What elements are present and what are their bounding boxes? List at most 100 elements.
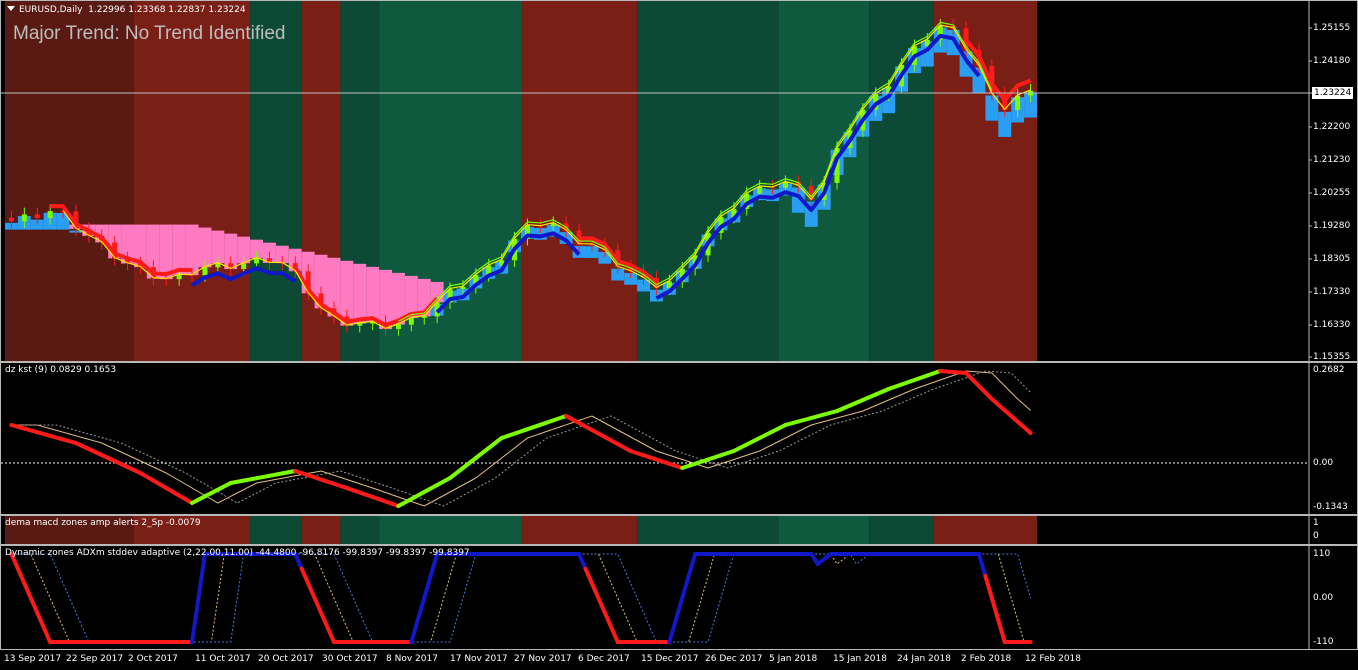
adx-line-segment bbox=[415, 596, 427, 622]
candle-body bbox=[47, 211, 53, 219]
kst-line-segment bbox=[835, 403, 852, 413]
adx-line-segment bbox=[28, 596, 40, 615]
adx-line-segment bbox=[602, 610, 614, 630]
adx-level-line bbox=[11, 553, 1032, 643]
trend-zone bbox=[5, 1, 134, 361]
price-label: 1.20255 bbox=[1313, 188, 1351, 198]
candle-body bbox=[460, 286, 466, 290]
kst-label: 0.2682 bbox=[1313, 365, 1345, 375]
date-label: 20 Oct 2017 bbox=[258, 654, 314, 664]
kst-line-segment bbox=[564, 414, 582, 425]
adx-line-segment bbox=[673, 596, 685, 622]
kst-line-segment bbox=[61, 437, 78, 445]
price-label: 1.18305 bbox=[1313, 254, 1351, 264]
kst-label: 0.00 bbox=[1313, 458, 1334, 468]
adx-line-segment bbox=[686, 552, 698, 578]
trend-zone bbox=[250, 1, 302, 361]
kst-line-segment bbox=[912, 373, 930, 382]
trend-zone bbox=[779, 516, 870, 544]
kst-line-segment bbox=[589, 428, 607, 439]
kst-line-segment bbox=[48, 433, 66, 442]
adx-line-segment bbox=[306, 581, 317, 600]
adx-line-segment bbox=[609, 625, 620, 644]
kst-line-segment bbox=[344, 486, 362, 495]
macd-zones-pane[interactable]: dema macd zones amp alerts 2_Sp -0.0079 … bbox=[0, 515, 1358, 545]
pink-cloud-bar bbox=[353, 263, 367, 324]
adx-line-segment bbox=[583, 566, 594, 586]
kst-line-segment bbox=[99, 453, 117, 463]
candle-body bbox=[241, 263, 247, 270]
adx-line-segment bbox=[22, 581, 33, 600]
price-label: 1.24180 bbox=[1313, 56, 1351, 66]
kst-line-segment bbox=[744, 436, 762, 447]
price-chart-pane[interactable]: EURUSD,Daily 1.22996 1.23368 1.22837 1.2… bbox=[0, 0, 1358, 362]
adx-line-segment bbox=[190, 596, 201, 644]
adx-label: 0.00 bbox=[1313, 593, 1334, 603]
kst-line-segment bbox=[112, 459, 130, 469]
date-label: 22 Sep 2017 bbox=[66, 654, 124, 664]
trend-zone bbox=[869, 516, 934, 544]
trend-zone bbox=[637, 1, 779, 361]
trend-zone bbox=[134, 1, 251, 361]
kst-line-segment bbox=[925, 369, 943, 378]
kst-line-segment bbox=[628, 449, 646, 458]
trend-zone bbox=[637, 516, 779, 544]
kst-line-segment bbox=[899, 378, 917, 387]
kst-line-segment bbox=[357, 490, 375, 499]
price-label: 1.21230 bbox=[1313, 155, 1351, 165]
macd-zones-indicator bbox=[5, 516, 1310, 544]
adx-line-segment bbox=[312, 596, 324, 615]
date-label: 6 Dec 2017 bbox=[578, 654, 630, 664]
price-label: 1.17330 bbox=[1313, 287, 1351, 297]
date-label: 11 Oct 2017 bbox=[195, 654, 251, 664]
price-label: 1.15355 bbox=[1313, 352, 1351, 362]
candle-body bbox=[395, 324, 401, 330]
adx-line-segment bbox=[422, 574, 433, 600]
kst-title: dz kst (9) 0.0829 0.1653 bbox=[5, 365, 117, 375]
adx-label: -110 bbox=[1313, 637, 1334, 647]
symbol-label: EURUSD,Daily bbox=[19, 5, 83, 15]
kst-pane[interactable]: dz kst (9) 0.0829 0.1653 0.2682 0.00 -0.… bbox=[0, 362, 1358, 515]
date-label: 8 Nov 2017 bbox=[386, 654, 438, 664]
candle-body bbox=[421, 316, 427, 318]
candle-body bbox=[8, 217, 14, 222]
adx-pane[interactable]: Dynamic zones ADXm stddev adaptive (2,22… bbox=[0, 545, 1358, 650]
price-label: 1.25155 bbox=[1313, 23, 1351, 33]
date-label: 13 Sep 2017 bbox=[4, 654, 62, 664]
adx-line-segment bbox=[299, 566, 311, 586]
kst-line-segment bbox=[860, 392, 878, 402]
kst-line-segment bbox=[293, 469, 311, 478]
adx-line-segment bbox=[41, 625, 53, 644]
kst-label: -0.1343 bbox=[1313, 502, 1348, 512]
adx-line-segment bbox=[596, 596, 607, 615]
adx-line-segment bbox=[989, 596, 1001, 622]
candle-body bbox=[782, 182, 788, 188]
adx-line-segment bbox=[976, 552, 988, 578]
adx-line-segment bbox=[409, 618, 420, 644]
kst-line-segment bbox=[822, 409, 840, 417]
pink-cloud-bar bbox=[172, 224, 186, 275]
trend-zone bbox=[521, 516, 638, 544]
kst-line-segment bbox=[718, 449, 736, 458]
kst-line-segment bbox=[473, 446, 491, 460]
kst-line-segment bbox=[35, 430, 53, 438]
adx-indicator bbox=[9, 546, 1310, 649]
adx-level-line bbox=[11, 553, 1031, 643]
kst-line-segment bbox=[435, 476, 453, 487]
adx-line-segment bbox=[983, 574, 994, 600]
trend-zone bbox=[340, 516, 380, 544]
price-label: 1.19280 bbox=[1313, 221, 1351, 231]
kst-line-segment bbox=[151, 478, 169, 490]
date-label: 26 Dec 2017 bbox=[705, 654, 763, 664]
macd-label: 1 bbox=[1313, 518, 1319, 528]
kst-line-segment bbox=[680, 461, 698, 470]
kst-indicator bbox=[1, 363, 1310, 514]
candle-body bbox=[202, 267, 208, 276]
date-label: 5 Jan 2018 bbox=[769, 654, 818, 664]
trend-zone bbox=[933, 516, 1037, 544]
kst-line-segment bbox=[641, 453, 659, 462]
date-label: 30 Oct 2017 bbox=[322, 654, 378, 664]
date-label: 15 Dec 2017 bbox=[641, 654, 699, 664]
dropdown-triangle-icon[interactable] bbox=[7, 6, 15, 11]
date-label: 17 Nov 2017 bbox=[450, 654, 508, 664]
